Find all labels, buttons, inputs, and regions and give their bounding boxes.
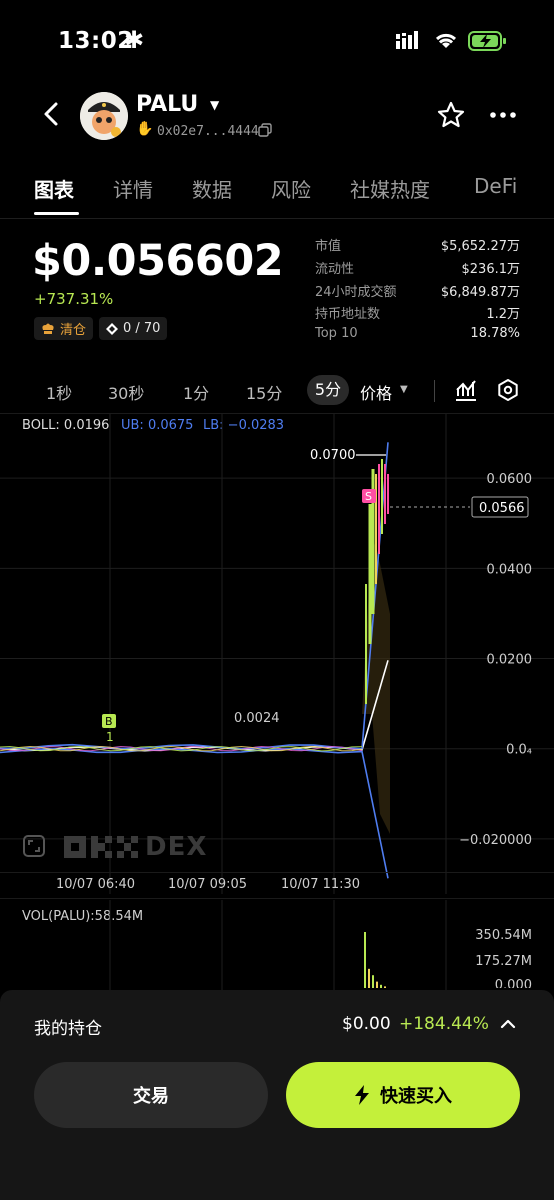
- interval-1s[interactable]: 1秒: [46, 380, 72, 404]
- interval-30s[interactable]: 30秒: [108, 380, 144, 404]
- buy-marker-label: B: [105, 715, 113, 728]
- chart-series: [0, 442, 389, 879]
- price-select[interactable]: 价格: [360, 380, 392, 404]
- tab-details[interactable]: 详情: [113, 174, 153, 203]
- trade-button-label: 交易: [133, 1086, 169, 1107]
- diamond-icon: [106, 322, 118, 335]
- tab-chart[interactable]: 图表: [34, 174, 74, 203]
- divider: [0, 218, 554, 219]
- dex-logo-text: DEX: [145, 832, 208, 862]
- battery-charging-icon: [468, 31, 506, 51]
- interval-5m[interactable]: 5分: [307, 375, 349, 405]
- divider: [0, 872, 554, 873]
- tab-risk[interactable]: 风险: [271, 174, 311, 203]
- high-price-label: 0.0700: [310, 448, 356, 463]
- trade-button[interactable]: 交易: [34, 1062, 268, 1128]
- token-avatar: [80, 92, 128, 140]
- y-axis: 0.0600 0.0400 0.0200 0.0₄ −0.020000: [459, 472, 532, 848]
- tab-underline: [34, 212, 79, 215]
- stat-value-liquidity: $236.1万: [461, 262, 521, 277]
- clear-position-label: 清仓: [60, 323, 87, 338]
- price-chart[interactable]: 0.0600 0.0400 0.0200 0.0₄ −0.020000 0.0700 0…: [0, 414, 554, 894]
- low-price-label: 0.0024: [234, 711, 280, 726]
- divider: [0, 898, 554, 899]
- wave-icon: ✋: [136, 121, 154, 137]
- y-tick-label: 0.0₄: [506, 743, 532, 758]
- y-tick-label: 0.0400: [487, 562, 533, 577]
- star-icon[interactable]: [436, 100, 466, 130]
- tab-defi[interactable]: DeFi: [474, 174, 517, 198]
- chevron-up-icon[interactable]: [498, 1014, 518, 1034]
- cellular-signal-icon: [396, 31, 418, 49]
- dropdown-icon[interactable]: ▼: [210, 98, 219, 112]
- volume-bar: [376, 981, 378, 988]
- series-line-boll: [0, 660, 389, 752]
- tab-social[interactable]: 社媒热度: [350, 174, 430, 203]
- asterisk-icon: ✱: [124, 26, 145, 54]
- okx-logo-icon: [64, 836, 138, 858]
- more-icon[interactable]: [488, 100, 518, 130]
- current-price-label: 0.0566: [479, 501, 525, 516]
- indicator-icon[interactable]: [454, 378, 478, 402]
- quick-buy-button[interactable]: 快速买入: [286, 1062, 520, 1128]
- divider: [434, 380, 435, 402]
- volume-bar: [364, 932, 366, 988]
- volume-tick-mid: 175.27M: [475, 954, 532, 969]
- holdings-change: +184.44%: [399, 1014, 489, 1034]
- volume-chart: [109, 900, 447, 990]
- token-name[interactable]: PALU: [136, 92, 198, 117]
- chevron-down-icon[interactable]: ▼: [400, 384, 408, 395]
- sell-marker-label: S: [365, 490, 372, 503]
- quick-buy-button-label: 快速买入: [380, 1086, 452, 1107]
- volume-tick-zero: 0.000: [494, 978, 532, 988]
- price-change: +737.31%: [34, 290, 114, 308]
- y-tick-label: 0.0200: [487, 653, 533, 668]
- series-line-ub: [0, 442, 389, 750]
- lightning-icon: [355, 1085, 369, 1105]
- holders-label: 0 / 70: [123, 321, 161, 336]
- holdings-label: 我的持仓: [34, 1019, 102, 1039]
- x-tick-label: 10/07 09:05: [168, 877, 248, 892]
- token-address: 0x02e7...4444: [157, 124, 259, 139]
- stat-label-market-cap: 市值: [315, 239, 342, 254]
- chart-grid: [0, 414, 554, 894]
- copy-icon[interactable]: [258, 123, 272, 137]
- stat-label-holders: 持币地址数: [315, 307, 381, 322]
- interval-1m[interactable]: 1分: [183, 380, 209, 404]
- x-tick-label: 10/07 11:30: [281, 877, 361, 892]
- volume-bar: [372, 975, 374, 988]
- volume-bar: [384, 986, 386, 988]
- y-tick-label: 0.0600: [487, 472, 533, 487]
- current-price: $0.056602: [32, 236, 284, 286]
- back-icon[interactable]: [40, 100, 64, 128]
- stat-value-market-cap: $5,652.27万: [440, 239, 520, 254]
- stat-value-top10: 18.78%: [470, 326, 520, 341]
- buy-count-label: 1: [106, 730, 114, 744]
- stat-value-holders: 1.2万: [486, 307, 520, 322]
- stat-label-liquidity: 流动性: [315, 262, 355, 277]
- y-tick-label: −0.020000: [459, 833, 532, 848]
- holders-chip[interactable]: 0 / 70: [99, 317, 168, 340]
- wifi-icon: [435, 33, 457, 48]
- settings-icon[interactable]: [496, 378, 520, 402]
- interval-15m[interactable]: 15分: [246, 380, 282, 404]
- x-tick-label: 10/07 06:40: [56, 877, 136, 892]
- holdings-value: $0.00: [342, 1014, 391, 1034]
- stat-label-top10: Top 10: [315, 326, 358, 341]
- stat-label-volume-24h: 24小时成交额: [315, 285, 397, 300]
- volume-bar: [380, 984, 382, 988]
- volume-bar: [368, 968, 370, 988]
- status-time: 13:02: [58, 28, 134, 54]
- avatar-icon: [80, 92, 128, 140]
- chef-hat-icon: [42, 323, 54, 334]
- fullscreen-icon[interactable]: [22, 834, 46, 858]
- volume-tick-max: 350.54M: [475, 928, 532, 943]
- clear-position-chip[interactable]: 清仓: [34, 317, 94, 340]
- tab-data[interactable]: 数据: [192, 174, 232, 203]
- stat-value-volume-24h: $6,849.87万: [440, 285, 520, 300]
